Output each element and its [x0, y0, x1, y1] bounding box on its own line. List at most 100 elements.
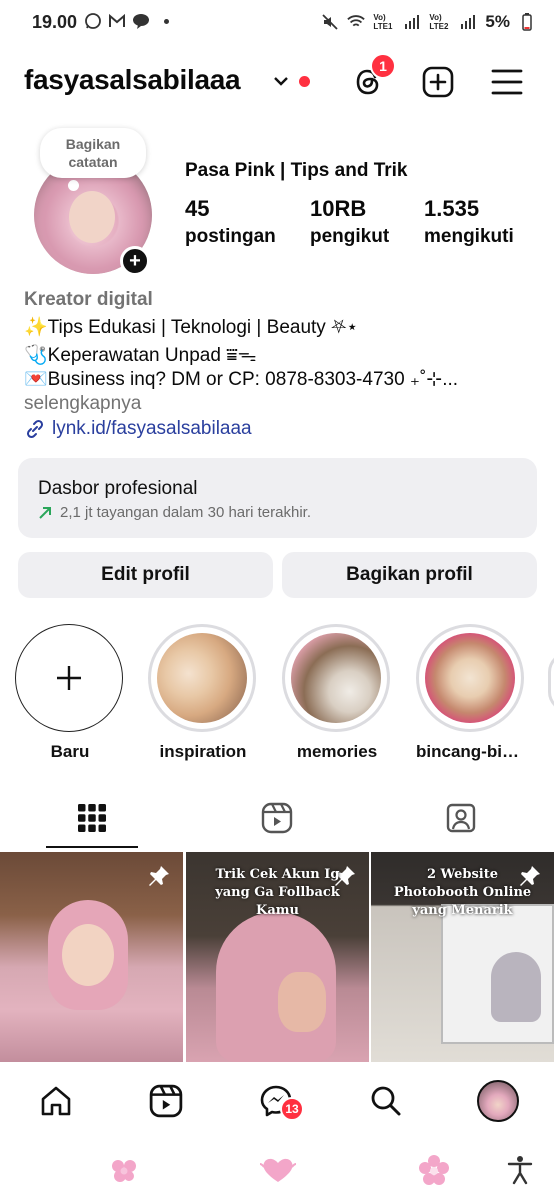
stat-label: postingan — [185, 226, 276, 247]
stat-number: 45 — [185, 196, 210, 221]
post-hand-shape — [278, 972, 326, 1032]
post-thumbnail[interactable] — [0, 852, 183, 1062]
profile-category: Kreator digital — [24, 289, 153, 310]
profile-link[interactable]: lynk.id/fasyasalsabilaaa — [24, 418, 252, 440]
notification-icons — [84, 12, 169, 30]
nav-profile[interactable] — [468, 1076, 528, 1126]
reels-icon — [261, 802, 293, 834]
post-thumbnail[interactable]: 2 Website Photobooth Online yang Menarik — [371, 852, 554, 1062]
highlight-ring — [282, 624, 390, 732]
stat-label: mengikuti — [424, 226, 514, 247]
share-note-bubble[interactable]: Bagikan catatan — [40, 128, 146, 178]
account-switcher-username[interactable]: fasyasalsabilaaa — [24, 64, 241, 96]
wifi-icon — [347, 13, 366, 31]
signal-icon — [403, 13, 421, 31]
create-post-button[interactable] — [418, 62, 458, 102]
post-thumbnail[interactable]: Trik Cek Akun Ig yang Ga Follback Kamu — [186, 852, 369, 1062]
sys-home-button[interactable] — [258, 1150, 298, 1190]
search-icon — [371, 1086, 401, 1116]
dashboard-title: Dasbor profesional — [38, 478, 198, 499]
profile-avatar-small — [477, 1080, 519, 1122]
professional-dashboard[interactable]: Dasbor profesional 2,1 jt tayangan dalam… — [18, 458, 537, 538]
highlight-label: memories — [296, 742, 378, 761]
trend-up-arrow-icon — [39, 506, 51, 519]
signal-icon — [459, 13, 477, 31]
highlight-inspiration[interactable]: inspiration — [148, 624, 258, 762]
nav-home[interactable] — [26, 1076, 86, 1126]
highlight-cat-flowers-photo — [291, 633, 381, 723]
profile-link-text: lynk.id/fasyasalsabilaaa — [52, 418, 252, 439]
post-caption: 2 Website Photobooth Online yang Menarik — [393, 867, 532, 918]
highlight-cat-photo — [157, 633, 247, 723]
highlight-hearts-cat-photo — [425, 633, 515, 723]
tab-tagged[interactable] — [415, 796, 507, 840]
share-profile-button[interactable]: Bagikan profil — [282, 552, 537, 598]
post-face-shape — [62, 924, 114, 986]
status-time: 19.00 — [32, 12, 78, 32]
tab-grid[interactable] — [46, 796, 138, 840]
tagged-person-icon — [446, 803, 476, 833]
nav-reels[interactable] — [136, 1076, 196, 1126]
stat-following[interactable]: 1.535 mengikuti — [424, 196, 514, 248]
line-icon — [132, 12, 150, 30]
stat-number: 10RB — [310, 196, 367, 221]
stat-label: pengikut — [310, 226, 390, 247]
home-icon — [41, 1086, 71, 1116]
more-notifications-dot — [164, 18, 169, 24]
status-bar: 19.00 Vo) LTE1 Vo) LTE2 5% — [0, 0, 554, 44]
mute-icon — [321, 13, 339, 31]
nav-search[interactable] — [356, 1076, 416, 1126]
avatar-face-shape — [69, 191, 115, 243]
add-story-button[interactable]: + — [120, 246, 150, 276]
highlight-label: bincang-binc... — [416, 742, 526, 761]
grid-icon — [78, 804, 106, 832]
pink-blossom-icon — [419, 1155, 449, 1185]
bio-line: ✨Tips Edukasi | Teknologi | Beauty ⛧⋆ — [24, 317, 359, 338]
tab-reels[interactable] — [231, 796, 323, 840]
dashboard-subtitle-row: 2,1 jt tayangan dalam 30 hari terakhir. — [38, 504, 311, 521]
sys-recents-button[interactable] — [104, 1150, 144, 1190]
highlight-label: inspiration — [159, 742, 247, 761]
edit-profile-button[interactable]: Edit profil — [18, 552, 273, 598]
sim2-label: Vo) LTE2 — [429, 13, 449, 31]
chevron-down-icon[interactable] — [272, 72, 290, 90]
post-person-shape — [491, 952, 541, 1022]
link-icon — [26, 419, 44, 439]
stat-posts[interactable]: 45 postingan — [185, 196, 276, 248]
reels-icon — [149, 1084, 183, 1118]
sys-back-button[interactable] — [414, 1150, 454, 1190]
highlight-label: Baru — [50, 742, 90, 761]
battery-icon — [518, 13, 536, 31]
highlight-ring — [148, 624, 256, 732]
highlight-new[interactable]: Baru — [15, 624, 125, 762]
new-activity-dot — [299, 76, 310, 87]
menu-button[interactable] — [487, 62, 527, 102]
messages-badge: 13 — [280, 1097, 304, 1121]
pin-icon — [147, 864, 171, 893]
dashboard-subtitle: 2,1 jt tayangan dalam 30 hari terakhir. — [60, 504, 311, 521]
system-navigation-bar — [0, 1140, 554, 1200]
hamburger-icon — [491, 69, 523, 95]
stat-followers[interactable]: 10RB pengikut — [310, 196, 389, 248]
pink-flower-icon — [112, 1160, 136, 1182]
battery-percent: 5% — [485, 12, 510, 31]
bio-line: 💌Business inq? DM or CP: 0878-8303-4730 … — [24, 369, 459, 390]
active-tab-indicator — [46, 846, 138, 848]
stat-number: 1.535 — [424, 196, 480, 221]
highlight-memories[interactable]: memories — [282, 624, 392, 762]
gmail-icon — [108, 12, 126, 30]
see-more-link[interactable]: selengkapnya — [24, 393, 141, 415]
note-bubble-tail — [68, 180, 79, 191]
plus-square-icon — [422, 66, 454, 98]
highlight-bincang[interactable]: bincang-binc... — [416, 624, 526, 762]
accessibility-button[interactable] — [500, 1150, 540, 1190]
bottom-navigation — [0, 1062, 554, 1140]
threads-notification-badge: 1 — [370, 53, 396, 79]
accessibility-icon — [507, 1156, 533, 1185]
post-caption: Trik Cek Akun Ig yang Ga Follback Kamu — [215, 867, 340, 918]
bio-line: 🩺Keperawatan Unpad ⩸ᯓ — [24, 345, 257, 366]
highlight-next-partial[interactable] — [548, 652, 554, 712]
system-status: Vo) LTE1 Vo) LTE2 5% — [321, 12, 536, 32]
highlight-new-ring — [15, 624, 123, 732]
plus-icon — [57, 666, 81, 690]
